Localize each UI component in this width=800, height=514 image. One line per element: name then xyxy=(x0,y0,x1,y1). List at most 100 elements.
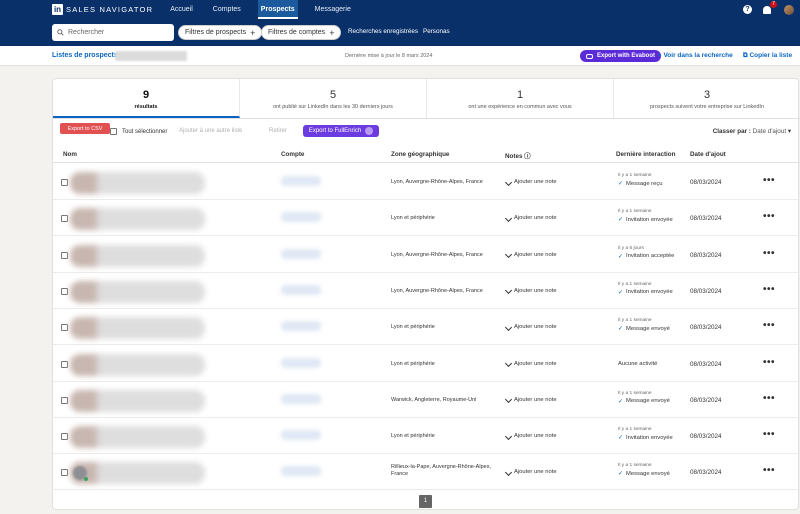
stat-tab-posted[interactable]: 5 ont publié sur LinkedIn dans les 30 de… xyxy=(240,79,427,118)
interaction-time: Il y a 1 semaine xyxy=(618,463,652,469)
sort-dropdown[interactable]: Classer par : Date d'ajout ▾ xyxy=(713,128,791,135)
more-options-icon[interactable]: ••• xyxy=(763,429,775,440)
account-redacted[interactable] xyxy=(281,212,321,223)
search-input[interactable]: Rechercher xyxy=(52,24,174,41)
col-date-added[interactable]: Date d'ajout xyxy=(690,151,726,158)
export-csv-button[interactable]: Export to CSV xyxy=(60,123,110,134)
more-options-icon[interactable]: ••• xyxy=(763,211,775,222)
row-checkbox[interactable] xyxy=(61,469,68,477)
table-row[interactable]: Lyon, Auvergne-Rhône-Alpes, France Ajout… xyxy=(53,237,800,273)
lead-filters-button[interactable]: Filtres de prospects + xyxy=(178,25,263,40)
lead-name-redacted[interactable] xyxy=(70,353,205,376)
lead-name-redacted[interactable] xyxy=(70,280,205,303)
row-checkbox[interactable] xyxy=(61,324,68,332)
table-row[interactable]: Lyon et périphérie Ajouter une note Aucu… xyxy=(53,346,800,382)
stat-number: 1 xyxy=(516,89,524,101)
col-notes[interactable]: Notes ⓘ xyxy=(505,151,531,160)
personas-link[interactable]: Personas xyxy=(423,28,450,35)
add-to-list-button[interactable]: Ajouter à une autre liste xyxy=(179,128,242,134)
table-row[interactable]: Lyon et périphérie Ajouter une note Il y… xyxy=(53,418,800,455)
more-options-icon[interactable]: ••• xyxy=(763,284,775,295)
row-checkbox[interactable] xyxy=(61,360,68,368)
more-options-icon[interactable]: ••• xyxy=(763,465,775,476)
account-redacted[interactable] xyxy=(281,176,321,186)
more-options-icon[interactable]: ••• xyxy=(763,248,775,259)
profile-avatar[interactable] xyxy=(784,4,794,15)
add-note-button[interactable]: Ajouter une note xyxy=(504,178,557,186)
plus-icon: + xyxy=(250,27,256,38)
table-row[interactable]: Lyon et périphérie Ajouter une note Il y… xyxy=(53,200,800,237)
more-options-icon[interactable]: ••• xyxy=(763,357,775,368)
lead-name-redacted[interactable] xyxy=(70,172,205,194)
copy-list-link[interactable]: ⧉ Copier la liste xyxy=(743,52,792,60)
more-options-icon[interactable]: ••• xyxy=(763,175,775,186)
view-in-search-link[interactable]: ⌕ Voir dans la recherche xyxy=(658,52,733,60)
col-zone[interactable]: Zone géographique xyxy=(391,151,449,158)
add-note-button[interactable]: Ajouter une note xyxy=(504,432,557,440)
stat-tab-results[interactable]: 9 résultats xyxy=(53,79,240,118)
interaction-time: Il y a 1 semaine xyxy=(618,427,652,433)
nav-item-messagerie[interactable]: Messagerie xyxy=(312,0,354,19)
add-note-button[interactable]: Ajouter une note xyxy=(504,359,557,368)
table-row[interactable]: Lyon, Auvergne-Rhône-Alpes, France Ajout… xyxy=(53,273,800,309)
add-note-button[interactable]: Ajouter une note xyxy=(504,323,557,331)
notifications-bell-icon[interactable]: 7 xyxy=(762,0,777,15)
account-redacted[interactable] xyxy=(281,248,321,259)
lead-name-redacted[interactable] xyxy=(70,317,205,340)
add-note-button[interactable]: Ajouter une note xyxy=(504,214,557,222)
evaboot-export-button[interactable]: Export with Evaboot xyxy=(580,50,662,62)
nav-item-comptes[interactable]: Comptes xyxy=(210,0,244,19)
check-icon: ✓ xyxy=(618,398,624,405)
row-checkbox[interactable] xyxy=(61,179,68,186)
account-redacted[interactable] xyxy=(281,393,321,404)
stat-tab-shared-experience[interactable]: 1 ont une expérience en commun avec vous xyxy=(427,79,614,118)
col-name[interactable]: Nom xyxy=(63,151,77,158)
table-row[interactable]: Lyon et périphérie Ajouter une note Il y… xyxy=(53,309,800,346)
remove-button[interactable]: Retirer xyxy=(269,128,287,134)
fullenrich-export-button[interactable]: Export to FullEnrich xyxy=(303,125,379,137)
lead-lists-link[interactable]: Listes de prospects xyxy=(52,52,118,59)
row-checkbox[interactable] xyxy=(61,396,68,404)
account-redacted[interactable] xyxy=(281,430,321,441)
check-icon: ✓ xyxy=(618,435,624,442)
interaction-action: Invitation envoyée xyxy=(626,434,673,441)
row-checkbox[interactable] xyxy=(61,215,68,223)
nav-item-prospects[interactable]: Prospects xyxy=(257,0,298,19)
lead-name-redacted[interactable] xyxy=(70,462,205,485)
info-icon: ⓘ xyxy=(524,153,531,160)
row-checkbox[interactable] xyxy=(61,287,68,295)
page-button-1[interactable]: 1 xyxy=(419,495,432,508)
sort-value: Date d'ajout xyxy=(752,128,787,135)
more-options-icon[interactable]: ••• xyxy=(763,393,775,404)
account-redacted[interactable] xyxy=(281,321,321,332)
lead-name-redacted[interactable] xyxy=(70,426,205,449)
account-redacted[interactable] xyxy=(281,284,321,295)
add-note-button[interactable]: Ajouter une note xyxy=(504,396,557,404)
last-interaction: Il y a 1 semaine ✓ Invitation envoyée xyxy=(618,209,673,223)
row-checkbox[interactable] xyxy=(61,251,68,259)
select-all[interactable]: Tout sélectionner xyxy=(110,128,167,135)
table-row[interactable]: Warwick, Angleterre, Royaume-Uni Ajouter… xyxy=(53,382,800,418)
account-redacted[interactable] xyxy=(281,357,321,368)
col-last-interaction[interactable]: Dernière interaction xyxy=(616,151,676,158)
col-account[interactable]: Compte xyxy=(281,151,304,158)
add-note-button[interactable]: Ajouter une note xyxy=(504,468,557,476)
table-row[interactable]: Lyon, Auvergne-Rhône-Alpes, France Ajout… xyxy=(53,164,800,200)
saved-searches-link[interactable]: Recherches enregistrées xyxy=(348,28,418,35)
row-checkbox[interactable] xyxy=(61,433,68,441)
add-note-button[interactable]: Ajouter une note xyxy=(504,287,557,295)
more-options-icon[interactable]: ••• xyxy=(763,320,775,331)
lead-name-redacted[interactable] xyxy=(70,244,205,267)
nav-item-accueil[interactable]: Accueil xyxy=(167,0,196,19)
lead-name-redacted[interactable] xyxy=(70,208,205,231)
table-row[interactable]: Rillieux-la-Pape, Auvergne-Rhône-Alpes, … xyxy=(53,454,800,491)
account-redacted[interactable] xyxy=(281,466,321,477)
stat-tab-follow-company[interactable]: 3 prospects suivent votre entreprise sur… xyxy=(614,79,800,118)
lead-name-redacted[interactable] xyxy=(70,389,205,412)
geo-zone: Lyon, Auvergne-Rhône-Alpes, France xyxy=(391,287,483,294)
sales-navigator-logo[interactable]: in SALES NAVIGATOR xyxy=(52,4,153,15)
help-icon[interactable]: ? xyxy=(743,5,752,14)
add-note-button[interactable]: Ajouter une note xyxy=(504,251,557,259)
account-filters-button[interactable]: Filtres de comptes + xyxy=(261,25,342,40)
select-all-checkbox[interactable] xyxy=(110,128,117,135)
